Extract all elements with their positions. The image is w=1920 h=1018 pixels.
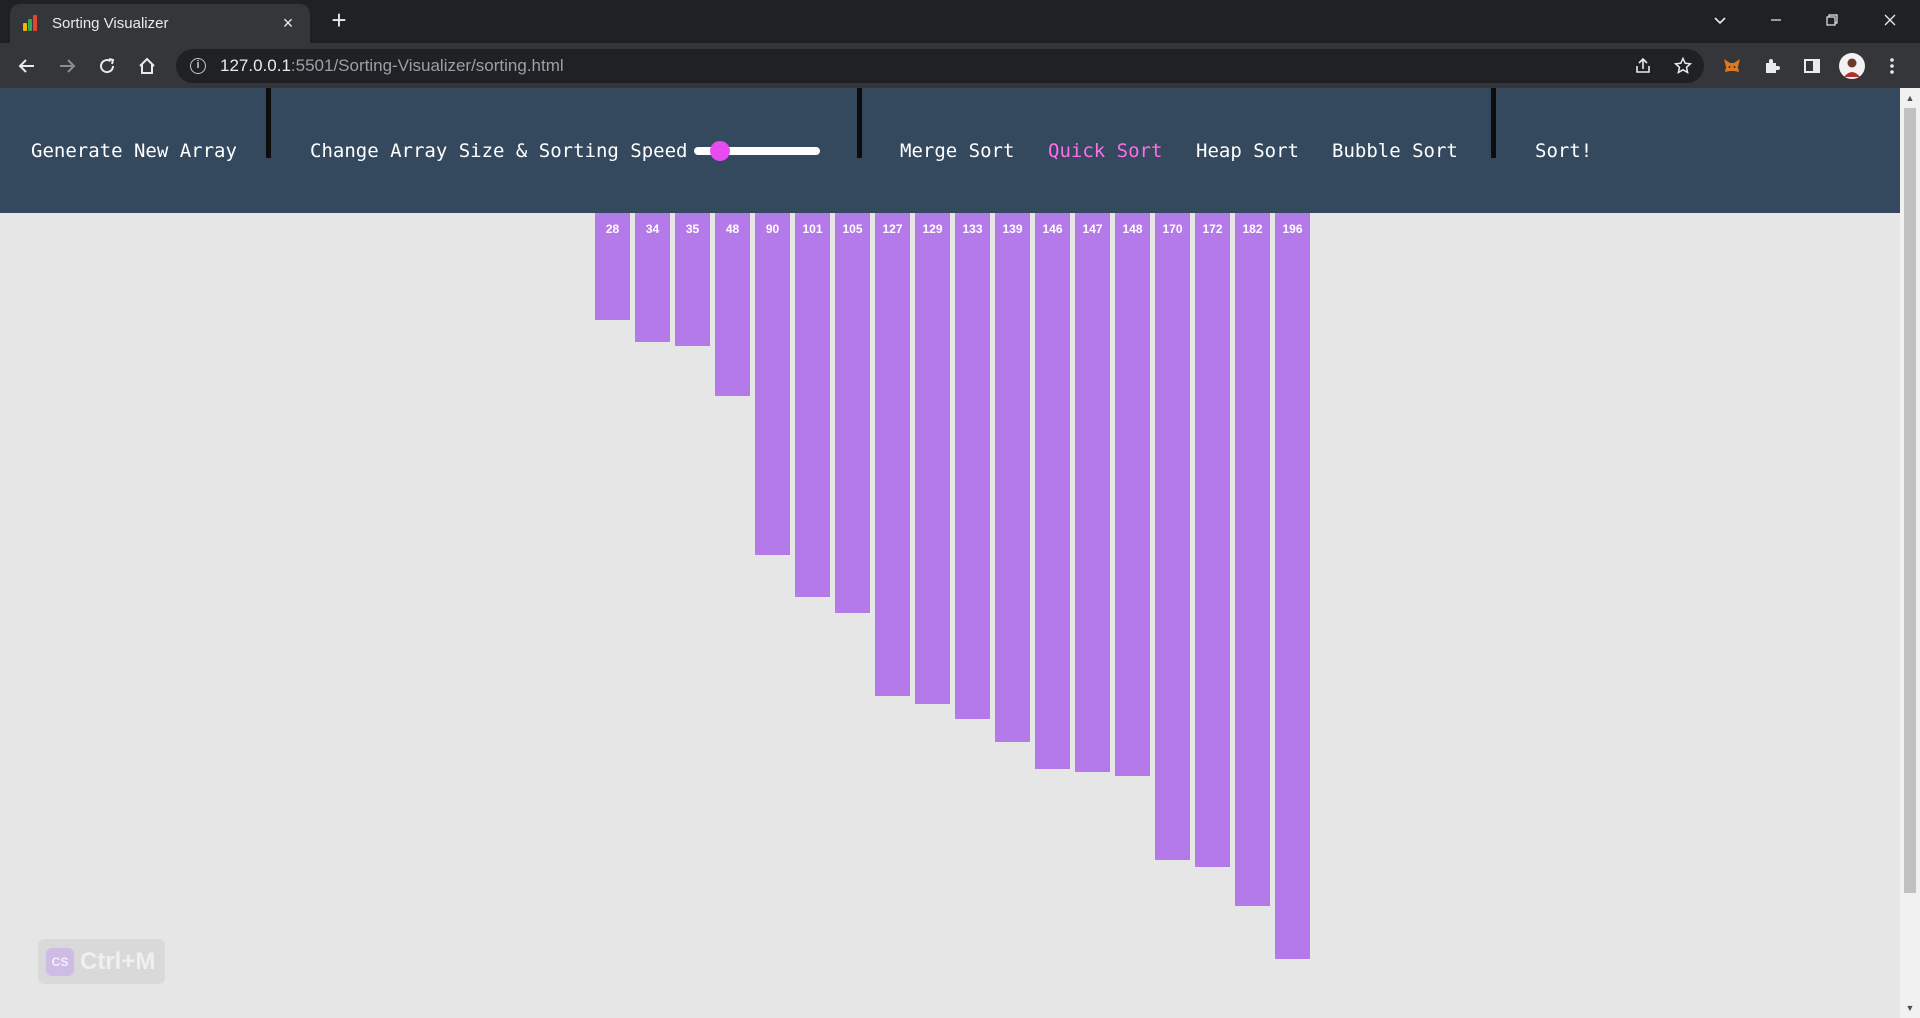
page-content: Generate New Array Change Array Size & S… — [0, 88, 1900, 1018]
profile-avatar[interactable] — [1836, 50, 1868, 82]
url-path: :5501/Sorting-Visualizer/sorting.html — [290, 56, 564, 75]
array-bar: 196 — [1275, 213, 1310, 959]
array-bars-container: 28 34 35 48 90 101 105 127 129 133 139 146 147 148 170… — [0, 213, 1900, 1018]
array-bar-value: 146 — [1042, 222, 1063, 236]
site-info-icon[interactable]: i — [190, 58, 206, 74]
home-icon[interactable] — [131, 50, 163, 82]
array-bar: 127 — [875, 213, 910, 696]
extension-shortcut-badge[interactable]: CS Ctrl+M — [38, 939, 165, 984]
nav-divider — [1491, 88, 1496, 158]
array-bar-value: 28 — [605, 222, 620, 236]
nav-divider — [266, 88, 271, 158]
sort-button[interactable]: Sort! — [1535, 140, 1592, 162]
array-bar-value: 182 — [1242, 222, 1263, 236]
nav-divider — [857, 88, 862, 158]
tab-search-icon[interactable] — [1692, 0, 1748, 40]
array-size-slider[interactable] — [694, 141, 820, 161]
extension-shortcut-text: Ctrl+M — [80, 947, 156, 975]
browser-menu-icon[interactable] — [1876, 50, 1908, 82]
tab-title: Sorting Visualizer — [52, 15, 169, 32]
array-bar-value: 48 — [725, 222, 740, 236]
array-bar-value: 133 — [962, 222, 983, 236]
array-bar-value: 34 — [645, 222, 660, 236]
browser-tab[interactable]: Sorting Visualizer × — [10, 4, 310, 43]
new-tab-button[interactable]: + — [324, 6, 354, 36]
scroll-up-icon[interactable]: ▲ — [1900, 90, 1920, 106]
array-bar-value: 105 — [842, 222, 863, 236]
array-bar: 105 — [835, 213, 870, 613]
array-bar-value: 147 — [1082, 222, 1103, 236]
url-host: 127.0.0.1 — [220, 56, 291, 75]
array-bar-value: 172 — [1202, 222, 1223, 236]
array-bar: 148 — [1115, 213, 1150, 776]
array-bar-value: 139 — [1002, 222, 1023, 236]
array-bar: 48 — [715, 213, 750, 396]
array-bar-value: 170 — [1162, 222, 1183, 236]
array-bar: 182 — [1235, 213, 1270, 906]
bookmark-star-icon[interactable] — [1666, 49, 1700, 83]
heap-sort-button[interactable]: Heap Sort — [1196, 140, 1299, 162]
array-bar: 146 — [1035, 213, 1070, 769]
browser-toolbar: i 127.0.0.1:5501/Sorting-Visualizer/sort… — [0, 43, 1920, 88]
generate-new-array-button[interactable]: Generate New Array — [31, 140, 237, 162]
array-bar: 172 — [1195, 213, 1230, 867]
merge-sort-button[interactable]: Merge Sort — [900, 140, 1014, 162]
restore-icon[interactable] — [1804, 0, 1860, 40]
array-bar: 34 — [635, 213, 670, 342]
array-bar: 133 — [955, 213, 990, 719]
minimize-icon[interactable] — [1748, 0, 1804, 40]
array-bar-value: 90 — [765, 222, 780, 236]
array-bar: 90 — [755, 213, 790, 555]
bubble-sort-button[interactable]: Bubble Sort — [1332, 140, 1458, 162]
array-bar-value: 148 — [1122, 222, 1143, 236]
array-size-speed-label: Change Array Size & Sorting Speed — [310, 140, 688, 162]
extensions-puzzle-icon[interactable] — [1756, 50, 1788, 82]
array-bar: 101 — [795, 213, 830, 597]
array-bar-value: 35 — [685, 222, 700, 236]
array-bar: 147 — [1075, 213, 1110, 772]
array-bar-value: 101 — [802, 222, 823, 236]
array-bar: 28 — [595, 213, 630, 320]
side-panel-icon[interactable] — [1796, 50, 1828, 82]
browser-tabstrip: Sorting Visualizer × + — [0, 0, 1920, 43]
reload-icon[interactable] — [91, 50, 123, 82]
navbar: Generate New Array Change Array Size & S… — [0, 88, 1900, 213]
array-bar: 129 — [915, 213, 950, 704]
scroll-down-icon[interactable]: ▼ — [1900, 1000, 1920, 1016]
slider-thumb[interactable] — [709, 141, 730, 161]
array-bar-value: 129 — [922, 222, 943, 236]
close-window-icon[interactable] — [1862, 0, 1918, 40]
extension-logo-icon: CS — [46, 947, 74, 976]
scrollbar-thumb[interactable] — [1904, 108, 1916, 893]
share-icon[interactable] — [1626, 49, 1660, 83]
address-bar[interactable]: i 127.0.0.1:5501/Sorting-Visualizer/sort… — [176, 49, 1704, 83]
array-bar: 139 — [995, 213, 1030, 742]
forward-icon[interactable] — [51, 50, 83, 82]
array-bar: 35 — [675, 213, 710, 346]
bar-chart-icon — [22, 14, 40, 33]
page-scrollbar[interactable]: ▲ ▼ — [1900, 88, 1920, 1018]
metamask-fox-icon[interactable] — [1716, 50, 1748, 82]
quick-sort-button[interactable]: Quick Sort — [1048, 140, 1162, 162]
back-icon[interactable] — [11, 50, 43, 82]
close-tab-icon[interactable]: × — [278, 13, 298, 34]
array-bar-value: 127 — [882, 222, 903, 236]
array-bar-value: 196 — [1282, 222, 1303, 236]
array-bar: 170 — [1155, 213, 1190, 860]
